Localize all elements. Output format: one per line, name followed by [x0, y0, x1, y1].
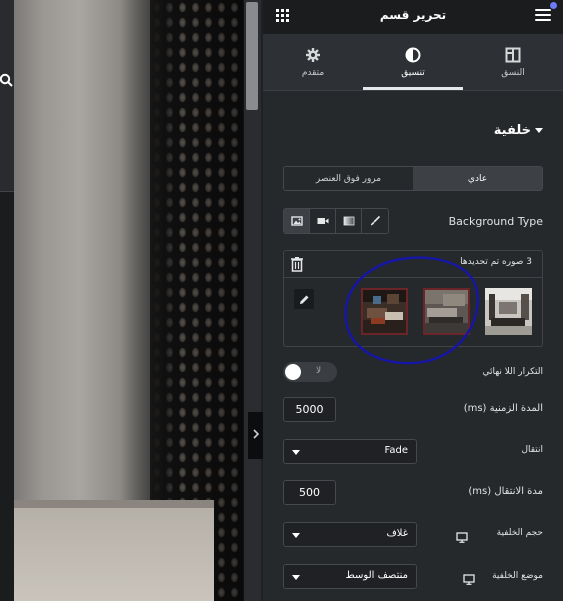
state-switcher: عادي مرور فوق العنصر: [283, 166, 543, 191]
chevron-down-icon: [292, 450, 300, 455]
background-type-choices: [283, 208, 389, 234]
gradient-icon[interactable]: [336, 209, 362, 233]
background-size-label: حجم الخلفية: [496, 528, 543, 538]
gallery-thumbnail-selected[interactable]: [361, 288, 408, 335]
background-type-label: Background Type: [448, 215, 543, 228]
pencil-icon[interactable]: [294, 289, 314, 309]
slideshow-icon[interactable]: [284, 209, 310, 233]
tab-layout-label: النسق: [501, 67, 525, 78]
tab-style[interactable]: تنسيق: [363, 34, 463, 90]
transition-value: Fade: [384, 445, 408, 456]
transition-duration-label: مدة الانتقال (ms): [468, 486, 543, 497]
caret-down-icon: [535, 128, 543, 133]
editor-panel: تحرير قسم النسق تنسيق متقدم خلفية عادي م…: [263, 0, 563, 601]
duration-label: المدة الزمنية (ms): [463, 403, 543, 414]
transition-label: انتقال: [521, 445, 543, 455]
editor-window: تحرير قسم النسق تنسيق متقدم خلفية عادي م…: [0, 0, 563, 601]
transition-duration-input[interactable]: 500: [283, 480, 336, 505]
tab-advanced[interactable]: متقدم: [263, 34, 363, 90]
preview-floor: [14, 500, 214, 601]
section-title: خلفية: [493, 123, 531, 138]
panel-topbar: تحرير قسم: [263, 0, 563, 34]
video-icon[interactable]: [310, 209, 336, 233]
state-hover-button[interactable]: مرور فوق العنصر: [284, 167, 413, 190]
tab-layout[interactable]: النسق: [463, 34, 563, 90]
background-position-label: موضع الخلفية: [492, 571, 543, 581]
tab-style-label: تنسيق: [401, 67, 425, 78]
classic-brush-icon[interactable]: [362, 209, 388, 233]
panel-tabs: النسق تنسيق متقدم: [263, 34, 563, 91]
toggle-state-text: لا: [316, 366, 322, 376]
infinite-loop-toggle[interactable]: لا: [283, 362, 337, 382]
collapse-panel-toggle[interactable]: [248, 412, 263, 459]
gallery-control[interactable]: 3 صوره تم تحديدها: [283, 250, 543, 347]
transition-select[interactable]: Fade: [283, 439, 417, 464]
trash-icon[interactable]: [290, 256, 304, 272]
background-section-header[interactable]: خلفية: [494, 123, 543, 138]
chevron-right-icon: [252, 429, 260, 442]
layout-icon: [505, 47, 521, 63]
chevron-down-icon: [292, 533, 300, 538]
chevron-down-icon: [292, 575, 300, 580]
widgets-grid-icon[interactable]: [276, 9, 289, 22]
gallery-thumbnail[interactable]: [485, 288, 532, 335]
background-position-value: منتصف الوسط: [345, 570, 408, 581]
desktop-icon[interactable]: [463, 570, 475, 585]
background-position-select[interactable]: منتصف الوسط: [283, 564, 417, 589]
preview-scrollbar-thumb[interactable]: [246, 2, 258, 110]
background-size-value: غلاف: [386, 528, 408, 539]
toggle-knob: [285, 364, 301, 380]
contrast-icon: [405, 47, 421, 63]
panel-title: تحرير قسم: [379, 8, 447, 22]
state-normal-button[interactable]: عادي: [413, 167, 542, 190]
desktop-icon[interactable]: [456, 528, 468, 543]
search-icon[interactable]: [0, 72, 14, 88]
infinite-loop-label: التكرار اللا نهائي: [482, 367, 543, 377]
duration-input[interactable]: 5000: [283, 397, 336, 422]
page-preview[interactable]: [0, 0, 243, 601]
gear-icon: [305, 47, 321, 63]
gallery-thumbnail-selected[interactable]: [423, 288, 470, 335]
gallery-count: 3 صوره تم تحديدها: [460, 257, 532, 267]
background-size-select[interactable]: غلاف: [283, 522, 417, 547]
tab-advanced-label: متقدم: [301, 67, 325, 78]
